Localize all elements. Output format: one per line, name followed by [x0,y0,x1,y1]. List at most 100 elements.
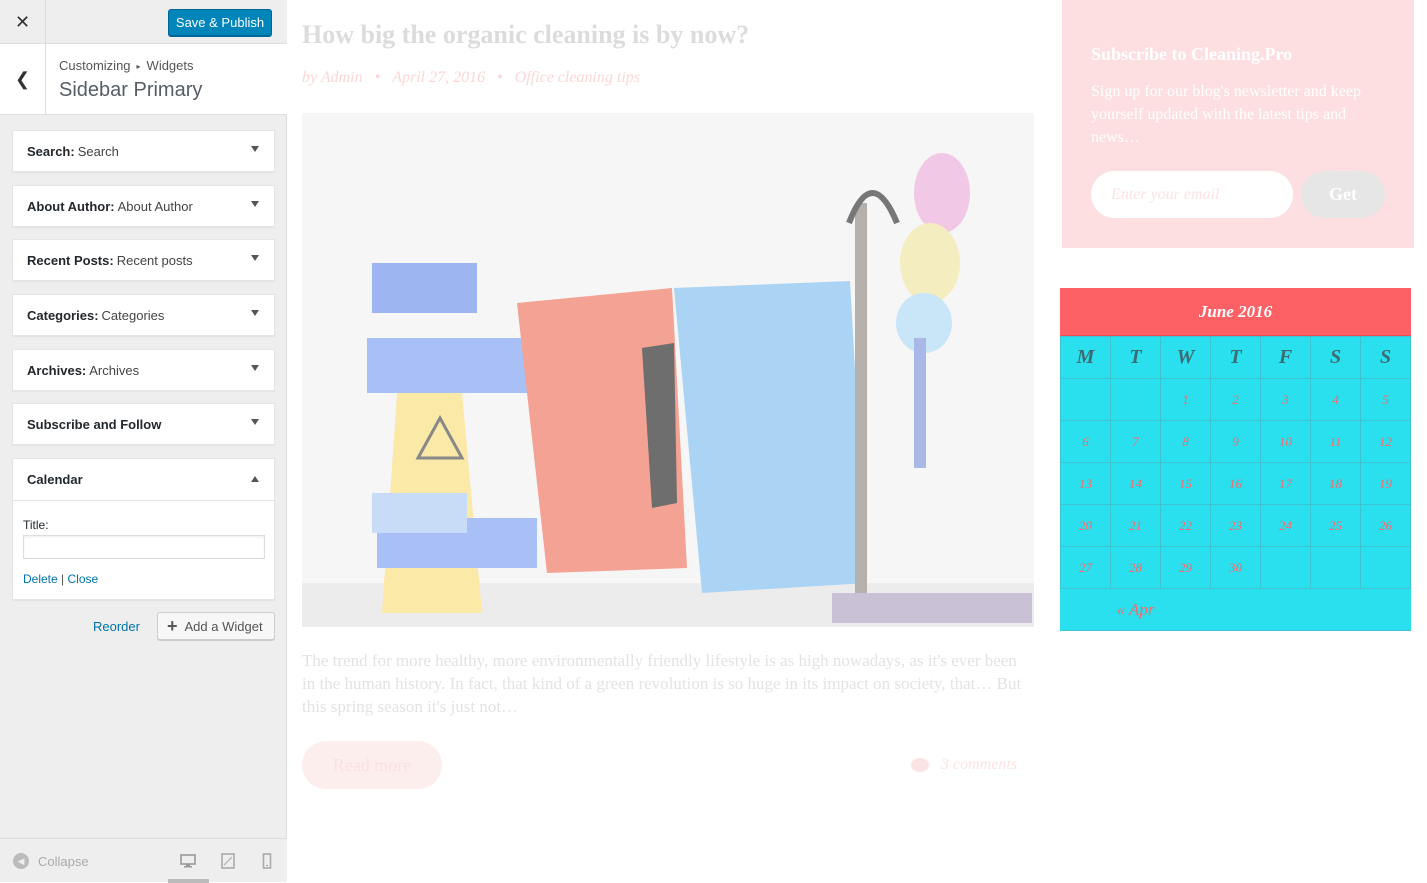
delete-widget-link[interactable]: Delete [23,572,58,586]
calendar-day: 19 [1360,462,1411,505]
collapse-button[interactable]: ◀ Collapse [13,853,89,869]
calendar-day: 25 [1310,504,1361,547]
comments-count: 3 comments [941,756,1017,773]
subscribe-button[interactable]: Get [1301,171,1385,218]
widget-type: About Author: [27,198,115,214]
widget-item-about-author[interactable]: About Author: About Author [12,185,275,227]
customizer-sidebar: ✕ Save & Publish ❮ Customizing ▸ Widgets S… [0,0,287,883]
calendar-day [1360,546,1411,589]
active-device-indicator [168,879,209,883]
expand-arrow-icon[interactable] [251,419,259,425]
calendar-day: 18 [1310,462,1361,505]
calendar-day: 16 [1210,462,1261,505]
post-date[interactable]: April 27, 2016 [392,69,485,86]
calendar-week: 27 28 29 30 [1060,546,1411,589]
actions-separator: | [61,572,65,586]
calendar-day: 27 [1060,546,1111,589]
calendar-day: 17 [1260,462,1311,505]
breadcrumb-widgets: Widgets [146,58,194,73]
calendar-day: 3 [1260,378,1311,421]
calendar-day [1060,378,1111,421]
close-customizer-button[interactable]: ✕ [0,0,46,44]
calendar-day: 1 [1160,378,1211,421]
site-preview: How big the organic cleaning is by now? … [287,0,1427,882]
calendar-day: 21 [1110,504,1161,547]
calendar-widget-header[interactable]: Calendar [13,459,274,501]
post-author[interactable]: by Admin [302,69,363,86]
widget-name: About Author [117,198,193,214]
calendar-weekday-row: M T W T F S S [1060,336,1411,379]
customizer-header: ✕ Save & Publish [0,0,287,44]
expand-arrow-icon[interactable] [251,146,259,152]
close-widget-link[interactable]: Close [68,572,99,586]
calendar-widget: June 2016 M T W T F S S 1 2 3 4 5 6 7 8 … [1060,288,1411,631]
section-title-bar: ❮ Customizing ▸ Widgets Sidebar Primary [0,44,287,115]
collapse-arrow-icon[interactable] [251,476,259,482]
calendar-day: 2 [1210,378,1261,421]
comments-link[interactable]: 3 comments [911,756,1017,774]
calendar-day: 13 [1060,462,1111,505]
widget-type: Categories: [27,307,99,323]
calendar-day [1310,546,1361,589]
cleaning-cart-image [302,113,1034,627]
widget-actions: Delete | Close [23,572,98,586]
widget-item-categories[interactable]: Categories: Categories [12,294,275,336]
widget-type: Recent Posts: [27,252,114,268]
weekday-header: T [1110,336,1161,379]
title-field[interactable] [23,535,265,559]
collapse-arrow-icon: ◀ [13,853,29,869]
expand-arrow-icon[interactable] [251,310,259,316]
calendar-day: 5 [1360,378,1411,421]
back-button[interactable]: ❮ [0,44,46,114]
plus-icon: + [167,616,178,636]
calendar-day: 9 [1210,420,1261,463]
weekday-header: M [1060,336,1111,379]
widget-item-search[interactable]: Search: Search [12,130,275,172]
widget-item-archives[interactable]: Archives: Archives [12,349,275,391]
read-more-button[interactable]: Read more [302,741,442,789]
tablet-icon[interactable] [220,853,236,869]
widget-item-recent-posts[interactable]: Recent Posts: Recent posts [12,239,275,281]
calendar-day: 24 [1260,504,1311,547]
widget-type: Archives: [27,362,87,378]
calendar-day [1260,546,1311,589]
add-widget-button[interactable]: + Add a Widget [157,612,275,640]
email-field[interactable]: Enter your email [1091,171,1293,218]
mobile-icon[interactable] [259,853,275,869]
calendar-day: 10 [1260,420,1311,463]
post-featured-image[interactable] [302,113,1034,627]
post-title[interactable]: How big the organic cleaning is by now? [302,20,749,50]
reorder-link[interactable]: Reorder [93,619,140,634]
calendar-day: 26 [1360,504,1411,547]
calendar-day: 12 [1360,420,1411,463]
calendar-day: 20 [1060,504,1111,547]
expand-arrow-icon[interactable] [251,365,259,371]
desktop-icon[interactable] [180,853,196,869]
comment-icon [911,758,929,772]
calendar-day: 28 [1110,546,1161,589]
expand-arrow-icon[interactable] [251,201,259,207]
calendar-table: M T W T F S S 1 2 3 4 5 6 7 8 9 10 11 12… [1060,336,1411,631]
calendar-day: 11 [1310,420,1361,463]
collapse-label: Collapse [38,853,89,869]
widget-type: Search: [27,143,75,159]
save-publish-button[interactable]: Save & Publish [168,9,272,36]
widget-name: Recent posts [116,252,193,268]
weekday-header: F [1260,336,1311,379]
post-category[interactable]: Office cleaning tips [515,69,640,86]
calendar-day: 30 [1210,546,1261,589]
expand-arrow-icon[interactable] [251,255,259,261]
widget-item-subscribe-follow[interactable]: Subscribe and Follow [12,403,275,445]
post-meta: by Admin • April 27, 2016 • Office cleaning … [302,69,641,86]
subscribe-title: Subscribe to Cleaning.Pro [1091,44,1293,64]
calendar-prev-month-link[interactable]: « Apr [1060,588,1411,631]
calendar-day: 7 [1110,420,1161,463]
calendar-day: 23 [1210,504,1261,547]
calendar-day: 15 [1160,462,1211,505]
breadcrumb-customizing: Customizing [59,58,131,73]
title-field-label: Title: [23,518,49,532]
widget-name: Categories [101,307,165,323]
subscribe-text: Sign up for our blog's newsletter and ke… [1091,83,1361,146]
calendar-week: 6 7 8 9 10 11 12 [1060,420,1411,463]
calendar-day: 29 [1160,546,1211,589]
